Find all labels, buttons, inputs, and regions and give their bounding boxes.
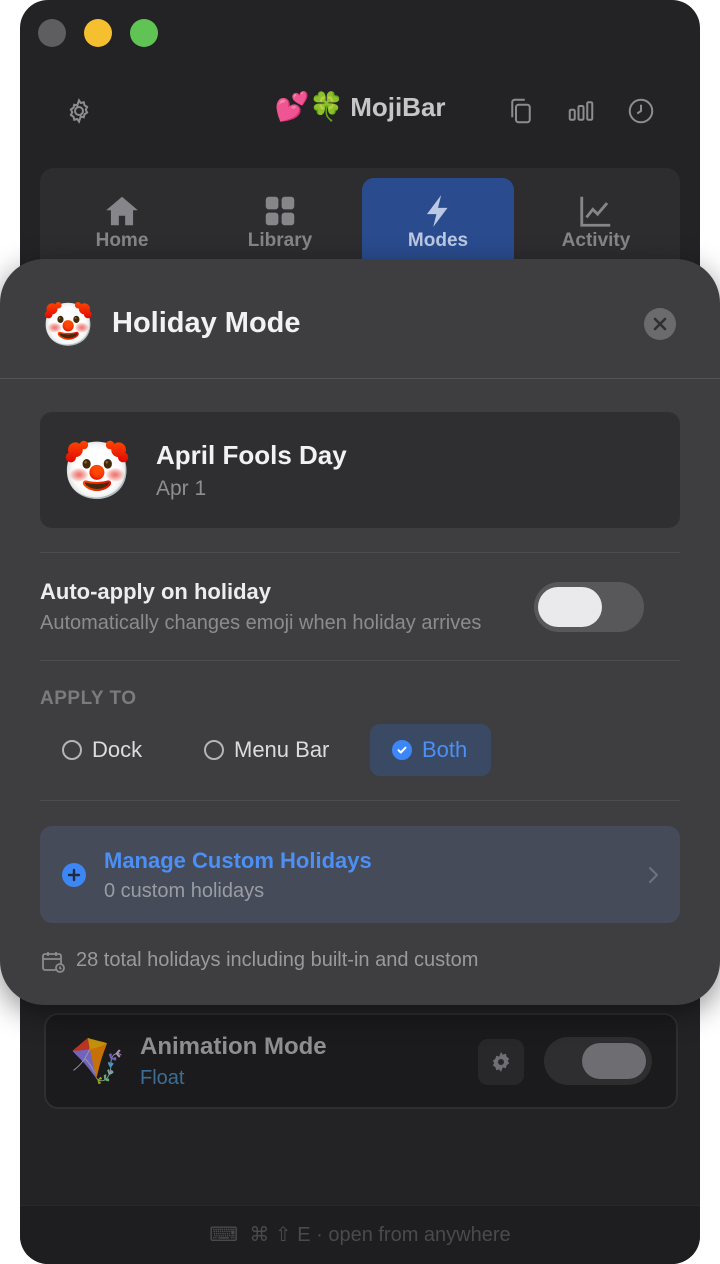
manage-title: Manage Custom Holidays bbox=[104, 848, 372, 873]
holiday-date: Apr 1 bbox=[156, 477, 207, 500]
auto-apply-toggle[interactable] bbox=[534, 582, 644, 632]
keyboard-icon: ⌨ bbox=[209, 1224, 239, 1246]
section-divider bbox=[40, 660, 680, 661]
holiday-name: April Fools Day bbox=[156, 440, 347, 470]
radio-label: Dock bbox=[92, 737, 143, 762]
holiday-emoji: 🤡 bbox=[62, 439, 132, 502]
close-icon bbox=[653, 317, 667, 331]
radio-dock[interactable]: Dock bbox=[40, 724, 160, 776]
total-holidays-text: 28 total holidays including built-in and… bbox=[76, 949, 479, 971]
grid-icon bbox=[265, 196, 295, 226]
auto-apply-title: Auto-apply on holiday bbox=[40, 579, 271, 604]
kite-emoji: 🪁 bbox=[70, 1037, 125, 1086]
animation-mode-title: Animation Mode bbox=[140, 1033, 327, 1060]
radio-menu-bar[interactable]: Menu Bar bbox=[182, 724, 352, 776]
tab-label: Activity bbox=[561, 230, 631, 251]
gear-icon bbox=[492, 1052, 510, 1072]
animation-mode-toggle[interactable] bbox=[544, 1037, 652, 1085]
radio-label: Both bbox=[422, 737, 468, 762]
current-holiday-card: 🤡 April Fools Day Apr 1 bbox=[40, 412, 680, 528]
app-title-emojis: 💕🍀 bbox=[274, 91, 345, 122]
radio-circle bbox=[62, 740, 82, 760]
toggle-knob bbox=[582, 1043, 646, 1079]
manage-subtitle: 0 custom holidays bbox=[104, 880, 265, 902]
tab-label: Home bbox=[95, 230, 149, 251]
holiday-mode-sheet: 🤡 Holiday Mode 🤡 April Fools Day Apr 1 A… bbox=[0, 259, 720, 1005]
tab-label: Modes bbox=[407, 230, 469, 251]
window-minimize-button[interactable] bbox=[84, 19, 112, 47]
bolt-icon bbox=[426, 195, 448, 227]
toggle-knob bbox=[538, 587, 602, 627]
animation-settings-button[interactable] bbox=[478, 1039, 524, 1085]
chart-icon bbox=[580, 196, 611, 227]
calendar-icon bbox=[41, 951, 65, 973]
window-maximize-button[interactable] bbox=[130, 19, 158, 47]
chevron-right-icon bbox=[646, 864, 660, 886]
plus-icon bbox=[62, 863, 86, 887]
animation-mode-card[interactable]: 🪁 Animation Mode Float bbox=[44, 1013, 678, 1109]
home-icon bbox=[106, 196, 138, 226]
header-divider bbox=[0, 378, 720, 379]
radio-both[interactable]: Both bbox=[370, 724, 491, 776]
clown-emoji: 🤡 bbox=[42, 301, 95, 348]
manage-custom-holidays-button[interactable]: Manage Custom Holidays 0 custom holidays bbox=[40, 826, 680, 923]
apply-to-label: APPLY TO bbox=[40, 688, 137, 709]
window-close-button[interactable] bbox=[38, 19, 66, 47]
app-title: 💕🍀 MojiBar bbox=[20, 90, 700, 123]
checkmark-icon bbox=[392, 740, 412, 760]
auto-apply-subtitle: Automatically changes emoji when holiday… bbox=[40, 612, 482, 634]
bars-icon[interactable] bbox=[566, 96, 596, 126]
modal-title: Holiday Mode bbox=[112, 307, 301, 339]
radio-label: Menu Bar bbox=[234, 737, 330, 762]
close-button[interactable] bbox=[644, 308, 676, 340]
copy-icon[interactable] bbox=[506, 96, 536, 126]
app-title-text: MojiBar bbox=[350, 92, 446, 122]
section-divider bbox=[40, 800, 680, 801]
footer-shortcut-hint: ⌨ ⌘ ⇧ E · open from anywhere bbox=[209, 1224, 511, 1246]
tab-label: Library bbox=[247, 230, 313, 251]
clock-icon[interactable] bbox=[626, 96, 656, 126]
radio-circle bbox=[204, 740, 224, 760]
animation-mode-subtitle: Float bbox=[140, 1067, 185, 1089]
section-divider bbox=[40, 552, 680, 553]
